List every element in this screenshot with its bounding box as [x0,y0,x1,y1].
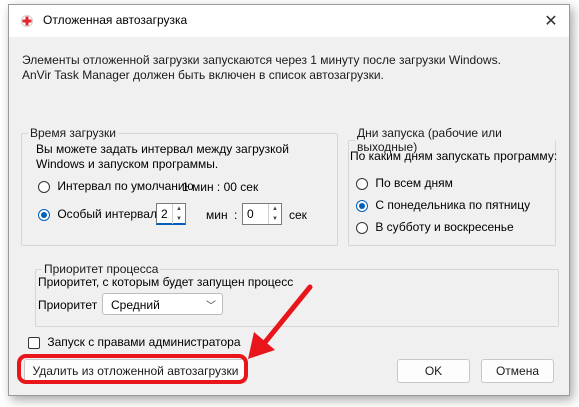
priority-legend: Приоритет процесса [44,262,159,276]
seconds-value: 0 [247,207,254,221]
custom-interval-label: Особый интервал [57,207,157,221]
priority-label: Приоритет [38,298,98,312]
priority-value: Средний [111,298,160,312]
ok-button[interactable]: OK [397,359,470,383]
run-as-admin-label: Запуск с правами администратора [47,335,241,349]
close-button[interactable]: ✕ [533,5,569,37]
load-time-desc-2: Windows и запуском программы. [36,157,219,171]
intro-line-1: Элементы отложенной загрузки запускаются… [22,53,501,67]
default-interval-label: Интервал по умолчанию [57,179,194,193]
seconds-spinner[interactable]: 0 ▲ ▼ [242,203,282,225]
default-interval-value: 1 мин : 00 сек [182,180,259,194]
default-interval-radio-icon [38,180,50,193]
dialog-window: Отложенная автозагрузка ✕ Элементы отлож… [8,4,570,396]
load-time-desc-1: Вы можете задать интервал между загрузко… [36,142,289,156]
days-option-weekend-radio-icon [356,221,368,234]
days-option-weekdays[interactable]: С понедельника по пятницу [356,198,530,212]
start-days-question: По каким дням запускать программу: [350,149,558,163]
chevron-down-icon: ﹀ [206,301,216,312]
minutes-unit: мин [206,208,228,222]
run-as-admin-checkbox[interactable]: Запуск с правами администратора [28,335,241,349]
time-colon: : [234,208,238,222]
window-title: Отложенная автозагрузка [43,13,188,27]
days-option-all[interactable]: По всем дням [356,176,453,190]
load-time-legend: Время загрузки [30,126,116,140]
intro-line-2: AnVir Task Manager должен быть включен в… [22,68,384,82]
priority-desc: Приоритет, с которым будет запущен проце… [38,275,294,289]
minutes-value: 2 [161,207,168,221]
title-bar: Отложенная автозагрузка ✕ [9,5,569,37]
days-option-weekend-label: В субботу и воскресенье [375,220,514,234]
days-option-weekdays-radio-icon [356,199,368,212]
seconds-unit: сек [289,208,307,222]
seconds-spin-arrows-icon[interactable]: ▲ ▼ [268,204,281,224]
minutes-spinner[interactable]: 2 ▲ ▼ [156,203,186,225]
remove-from-delayed-startup-button[interactable]: Удалить из отложенной автозагрузки [24,359,247,383]
days-option-all-label: По всем дням [375,176,453,190]
run-as-admin-checkbox-box [28,336,40,349]
custom-interval-radio[interactable]: Особый интервал [38,207,157,221]
days-option-weekend[interactable]: В субботу и воскресенье [356,220,514,234]
close-icon: ✕ [544,13,558,30]
custom-interval-radio-icon [38,208,50,221]
priority-select[interactable]: Средний ﹀ [102,293,223,315]
days-option-weekdays-label: С понедельника по пятницу [375,198,531,212]
days-option-all-radio-icon [356,177,368,190]
minutes-spin-arrows-icon[interactable]: ▲ ▼ [172,204,185,224]
red-cross-app-icon [21,15,33,27]
default-interval-radio[interactable]: Интервал по умолчанию [38,179,194,193]
intro-text: Элементы отложенной загрузки запускаются… [22,53,552,83]
cancel-button[interactable]: Отмена [481,359,554,383]
